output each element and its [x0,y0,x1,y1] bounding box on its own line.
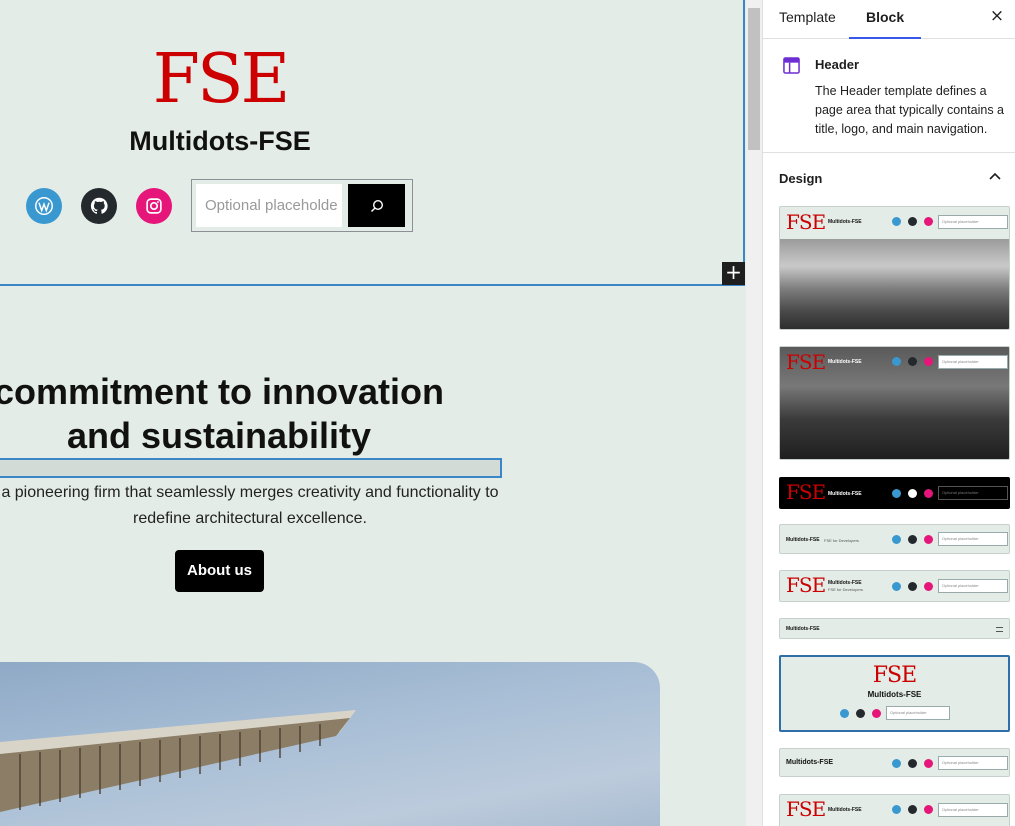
header-pattern-option[interactable]: FSE Multidots-FSE Optional placeholder [779,477,1010,509]
pattern-title: Multidots-FSE [867,690,922,699]
editor-canvas[interactable]: FSE Multidots-FSE Optional placeholde + … [0,0,762,826]
pattern-search: Optional placeholder [938,756,1008,770]
design-panel-title: Design [779,171,823,186]
pattern-title: Multidots-FSE [786,759,834,766]
pattern-title: Multidots-FSE [828,580,862,586]
pattern-social-icons [892,357,940,366]
pattern-social-icons [892,759,940,768]
pattern-search: Optional placeholder [938,803,1008,817]
template-part-header-icon [783,57,800,74]
pattern-social-icons [892,582,940,591]
header-pattern-option[interactable]: FSE Multidots-FSE Optional placeholder [779,206,1010,330]
canvas-scrollbar[interactable] [746,0,762,826]
header-pattern-option[interactable]: Multidots-FSE FSE for Developers Optiona… [779,524,1010,554]
pattern-title: Multidots-FSE [828,491,862,497]
hero-heading[interactable]: commitment to innovation and sustainabil… [0,370,474,458]
pattern-logo: FSE [786,350,826,374]
search-block: Optional placeholde [191,179,413,232]
hero-description-line-1: a pioneering firm that seamlessly merges… [1,484,499,501]
pattern-title: Multidots-FSE [828,219,862,225]
wordpress-icon[interactable] [26,188,62,224]
close-sidebar-button[interactable]: × [986,5,1008,27]
pattern-image [780,239,1009,329]
instagram-icon[interactable] [136,188,172,224]
chevron-up-icon[interactable] [987,169,1003,185]
building-roof-illustration [0,710,356,812]
pattern-search: Optional placeholder [938,532,1008,546]
pattern-social-icons [840,709,888,718]
header-pattern-option[interactable]: FSE Multidots-FSE Optional placeholder [779,794,1010,826]
pattern-title: Multidots-FSE [828,359,862,365]
search-icon [370,199,383,212]
site-logo[interactable]: FSE [0,40,440,120]
block-card: Header The Header template defines a pag… [763,39,1015,153]
selected-empty-block[interactable] [0,458,502,478]
settings-sidebar: Template Block × Header The Header templ… [762,0,1015,826]
hero-heading-line-1: commitment to innovation [0,371,444,412]
about-us-button[interactable]: About us [175,550,264,592]
pattern-logo: FSE [872,663,917,688]
pattern-tagline: FSE for Developers [824,538,859,543]
search-button[interactable] [348,184,405,227]
tab-block[interactable]: Block [849,0,922,39]
pattern-logo: FSE [786,480,826,504]
header-block-selected[interactable]: FSE Multidots-FSE Optional placeholde [0,0,745,286]
design-panel-header[interactable]: Design [763,153,1015,203]
github-icon[interactable] [81,188,117,224]
block-description: The Header template defines a page area … [815,84,1005,136]
pattern-social-icons [892,805,940,814]
pattern-title: Multidots-FSE [786,537,820,543]
pattern-search: Optional placeholder [938,355,1008,369]
hero-description[interactable]: a pioneering firm that seamlessly merges… [0,480,520,532]
pattern-search: Optional placeholder [886,706,950,720]
hero-image[interactable] [0,662,660,826]
pattern-tagline: FSE for Developers [828,587,863,592]
editor-root: FSE Multidots-FSE Optional placeholde + … [0,0,1015,826]
header-pattern-option-selected[interactable]: FSE Multidots-FSE Optional placeholder [779,655,1010,732]
pattern-logo: FSE [786,573,826,597]
menu-icon [996,627,1003,632]
hero-description-line-2: redefine architectural excellence. [133,510,367,527]
header-pattern-option[interactable]: FSE Multidots-FSE Optional placeholder [779,346,1010,460]
pattern-logo: FSE [786,797,826,821]
pattern-search: Optional placeholder [938,215,1008,229]
site-title[interactable]: Multidots-FSE [0,126,440,157]
header-pattern-option[interactable]: FSE Multidots-FSE FSE for Developers Opt… [779,570,1010,602]
pattern-social-icons [892,535,940,544]
search-input[interactable]: Optional placeholde [196,184,342,227]
pattern-title: Multidots-FSE [828,807,862,813]
pattern-logo: FSE [786,210,826,234]
close-icon: × [989,6,1005,26]
block-name: Header [815,57,860,72]
tab-template[interactable]: Template [779,0,836,39]
canvas-scrollbar-thumb[interactable] [748,8,760,150]
add-block-button[interactable]: + [722,262,745,285]
sidebar-tabs: Template Block × [763,0,1015,39]
hero-heading-line-2: and sustainability [66,415,372,456]
pattern-title: Multidots-FSE [786,626,820,632]
header-pattern-option[interactable]: Multidots-FSE [779,618,1010,639]
pattern-search: Optional placeholder [938,486,1008,500]
pattern-search: Optional placeholder [938,579,1008,593]
header-pattern-option[interactable]: Multidots-FSE Optional placeholder [779,748,1010,777]
pattern-social-icons [892,217,940,226]
pattern-social-icons [892,489,940,498]
